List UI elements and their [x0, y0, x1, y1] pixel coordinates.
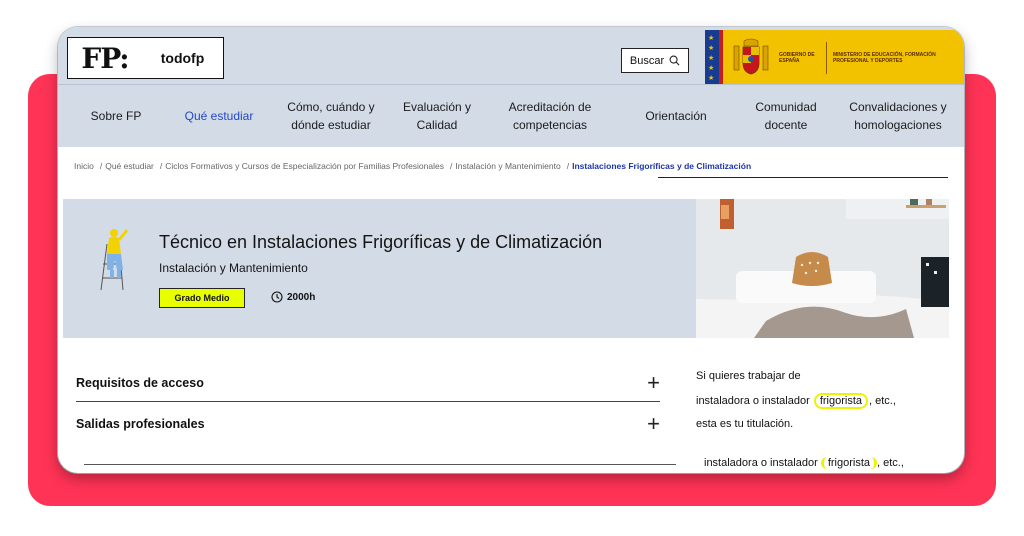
duration-value: 2000h [287, 291, 316, 303]
fp-logo[interactable]: FP: [67, 37, 143, 79]
nav-item-evaluacion[interactable]: Evaluación y Calidad [394, 85, 480, 147]
duration-info: 2000h [271, 291, 315, 303]
nav-item-comunidad-docente[interactable]: Comunidad docente [740, 85, 832, 147]
sidebar-text: , etc., [869, 395, 896, 407]
flag-stripe [719, 30, 723, 84]
nav-item-como-cuando[interactable]: Cómo, cuándo y dónde estudiar [278, 85, 384, 147]
sidebar-line: Si quieres trabajar de [696, 370, 801, 382]
breadcrumb-item-ciclos[interactable]: Ciclos Formativos y Cursos de Especializ… [165, 161, 444, 171]
level-badge: Grado Medio [159, 288, 245, 308]
bedroom-photo [696, 199, 949, 338]
sidebar-line: esta es tu titulación. [696, 418, 794, 430]
plus-icon[interactable]: + [647, 371, 660, 394]
search-button[interactable]: Buscar [621, 48, 689, 73]
photo-image [696, 199, 949, 338]
nav-item-orientacion[interactable]: Orientación [626, 85, 726, 147]
section-divider [84, 464, 676, 465]
site-name-logo[interactable]: todofp [142, 37, 224, 79]
highlighted-term: frigorista [813, 393, 868, 409]
plus-icon[interactable]: + [647, 413, 660, 435]
breadcrumb-separator: / [99, 161, 103, 171]
accordion-label: Salidas profesionales [76, 417, 205, 431]
highlighted-term: frigorista [820, 457, 877, 469]
course-hero: Técnico en Instalaciones Frigoríficas y … [63, 199, 696, 338]
accordion-salidas[interactable]: Salidas profesionales + [76, 405, 660, 443]
search-icon [669, 55, 680, 66]
sidebar-text: instaladora o instalador [696, 395, 810, 407]
breadcrumb-item-que-estudiar[interactable]: Qué estudiar [105, 161, 154, 171]
breadcrumb-separator: / [449, 161, 453, 171]
nav-item-convalidaciones[interactable]: Convalidaciones y homologaciones [840, 85, 956, 147]
sidebar-line: instaladora o instalador frigorista, etc… [696, 393, 896, 409]
breadcrumb-separator: / [566, 161, 570, 171]
site-header: FP: todofp Buscar ★ ★ ★ ★ ★ GOBIERNO DE … [58, 27, 964, 84]
search-label: Buscar [629, 54, 665, 67]
accordion-label: Requisitos de acceso [76, 375, 204, 390]
clock-icon [271, 291, 283, 303]
sidebar-line: instaladora o instalador frigorista, etc… [704, 457, 904, 469]
ministry-label: MINISTERIO DE EDUCACIÓN, FORMACIÓN PROFE… [833, 52, 936, 64]
gov-label: GOBIERNO DE ESPAÑA [779, 52, 815, 64]
nav-item-que-estudiar[interactable]: Qué estudiar [176, 85, 262, 147]
breadcrumb-item-familia[interactable]: Instalación y Mantenimiento [455, 161, 560, 171]
professional-family: Instalación y Mantenimiento [159, 261, 308, 275]
nav-item-sobre-fp[interactable]: Sobre FP [72, 85, 160, 147]
worker-illustration-icon [100, 229, 129, 291]
breadcrumb-separator: / [159, 161, 163, 171]
accordion-requisitos[interactable]: Requisitos de acceso + [76, 364, 660, 402]
breadcrumb-underline [658, 177, 948, 178]
main-nav: Sobre FP Qué estudiar Cómo, cuándo y dón… [58, 84, 964, 147]
sidebar-text: instaladora o instalador [704, 457, 818, 469]
coat-of-arms-icon [733, 38, 769, 75]
gov-divider [826, 42, 827, 74]
nav-item-acreditacion[interactable]: Acreditación de competencias [498, 85, 602, 147]
sidebar-text: , etc., [877, 457, 904, 469]
breadcrumb-item-inicio[interactable]: Inicio [74, 161, 94, 171]
page-title: Técnico en Instalaciones Frigoríficas y … [159, 232, 603, 252]
breadcrumb-item-current: Instalaciones Frigoríficas y de Climatiz… [572, 161, 752, 171]
browser-frame: FP: todofp Buscar ★ ★ ★ ★ ★ GOBIERNO DE … [58, 27, 964, 473]
eu-flag-icon: ★ ★ ★ ★ ★ [705, 30, 719, 84]
government-logo[interactable]: ★ ★ ★ ★ ★ GOBIERNO DE ESPAÑA MINISTERIO [705, 30, 964, 84]
